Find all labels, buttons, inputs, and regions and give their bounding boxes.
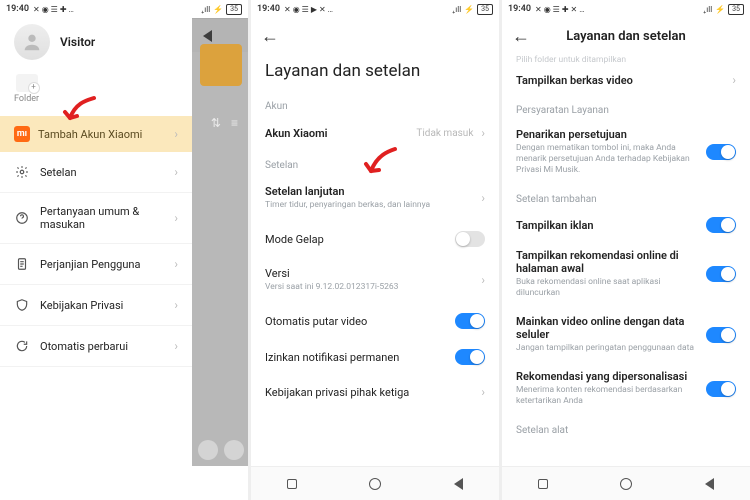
avatar	[14, 24, 50, 60]
row-advanced-settings[interactable]: Setelan lanjutan Timer tidur, penyaringa…	[251, 175, 499, 221]
chevron-right-icon: ›	[481, 385, 485, 399]
menu-faq[interactable]: Pertanyaan umum & masukan ›	[0, 193, 192, 244]
chevron-right-icon: ›	[481, 273, 485, 287]
music-backdrop: ⇅≡	[192, 18, 248, 466]
row-show-ads[interactable]: Tampilkan iklan	[502, 209, 750, 241]
chevron-right-icon: ›	[174, 127, 178, 141]
toggle-dark-mode[interactable]	[455, 231, 485, 247]
chevron-right-icon: ›	[174, 257, 178, 271]
row-xiaomi-account[interactable]: Akun Xiaomi Tidak masuk ›	[251, 116, 499, 150]
toggle-personalized[interactable]	[706, 381, 736, 397]
back-button[interactable]: ←	[261, 26, 279, 47]
row-personalized-reco[interactable]: Rekomendasi yang dipersonalisasi Menerim…	[502, 362, 750, 415]
menu-settings[interactable]: Setelan ›	[0, 152, 192, 193]
nav-home[interactable]	[369, 478, 381, 490]
row-video-cellular[interactable]: Mainkan video online dengan data seluler…	[502, 307, 750, 362]
screenshot-panel-2: 19:40 ✕ ◉ ☰ ▶ ✕ … ₊ıll⚡35 ← Layanan dan …	[251, 0, 499, 500]
help-icon	[14, 210, 30, 226]
profile-name: Visitor	[60, 35, 95, 49]
menu-privacy[interactable]: Kebijakan Privasi ›	[0, 285, 192, 326]
player-button-2[interactable]	[224, 440, 244, 460]
status-time: 19:40	[6, 4, 29, 14]
nav-recents[interactable]	[538, 479, 548, 489]
page-title: Layanan dan setelan	[566, 29, 685, 44]
nav-recents[interactable]	[287, 479, 297, 489]
refresh-icon	[14, 338, 30, 354]
toggle-ads[interactable]	[706, 217, 736, 233]
nav-back[interactable]	[454, 478, 463, 490]
row-show-video-files[interactable]: Tampilkan berkas video ›	[502, 65, 750, 95]
menu-autoupdate[interactable]: Otomatis perbarui ›	[0, 326, 192, 367]
section-akun: Akun	[251, 91, 499, 116]
chevron-right-icon: ›	[174, 339, 178, 353]
screenshot-panel-1: 19:40 ✕ ◉ ☰ ✚ … ₊ıll⚡35 ⇅≡ Visitor Folde…	[0, 0, 248, 500]
android-navbar	[502, 466, 750, 500]
header: ←	[251, 18, 499, 55]
chevron-right-icon: ›	[732, 73, 736, 87]
toggle-consent[interactable]	[706, 144, 736, 160]
toggle-notif[interactable]	[455, 349, 485, 365]
section-extra: Setelan tambahan	[502, 184, 750, 209]
add-xiaomi-account[interactable]: mı Tambah Akun Xiaomi ›	[0, 116, 192, 152]
row-permanent-notif[interactable]: Izinkan notifikasi permanen	[251, 339, 499, 375]
chevron-right-icon: ›	[174, 298, 178, 312]
row-3rdparty-privacy[interactable]: Kebijakan privasi pihak ketiga ›	[251, 375, 499, 409]
new-folder[interactable]: Folder	[14, 74, 39, 104]
nav-back[interactable]	[705, 478, 714, 490]
accent-label: Tambah Akun Xiaomi	[38, 128, 142, 141]
page-title: Layanan dan setelan	[251, 55, 499, 91]
sort-icons: ⇅≡	[211, 116, 238, 130]
toggle-reco-home[interactable]	[706, 266, 736, 282]
status-right: ₊ıll⚡35	[201, 4, 242, 15]
statusbar: 19:40 ✕ ◉ ☰ ✚ ✕ … ₊ıll⚡35	[502, 0, 750, 18]
statusbar: 19:40 ✕ ◉ ☰ ▶ ✕ … ₊ıll⚡35	[251, 0, 499, 18]
statusbar: 19:40 ✕ ◉ ☰ ✚ … ₊ıll⚡35	[0, 0, 248, 18]
android-navbar	[251, 466, 499, 500]
doc-icon	[14, 256, 30, 272]
row-dark-mode[interactable]: Mode Gelap	[251, 221, 499, 257]
chevron-right-icon: ›	[174, 165, 178, 179]
section-device: Setelan alat	[502, 415, 750, 440]
back-button[interactable]: ←	[512, 26, 530, 47]
section-setelan: Setelan	[251, 150, 499, 175]
nav-home[interactable]	[620, 478, 632, 490]
section-terms: Persyaratan Layanan	[502, 95, 750, 120]
header: ← Layanan dan setelan	[502, 18, 750, 55]
drawer-panel: Visitor Folder mı Tambah Akun Xiaomi › S…	[0, 18, 192, 466]
chevron-right-icon: ›	[481, 191, 485, 205]
folder-plus-icon	[16, 74, 38, 92]
chevron-right-icon: ›	[481, 126, 485, 140]
row-autoplay-video[interactable]: Otomatis putar video	[251, 303, 499, 339]
status-icons-left: ✕ ◉ ☰ ✚ …	[33, 5, 74, 14]
folder-row: Folder	[0, 74, 192, 116]
mi-logo-icon: mı	[14, 126, 30, 142]
toggle-video-cell[interactable]	[706, 327, 736, 343]
gear-icon	[14, 164, 30, 180]
shield-icon	[14, 297, 30, 313]
chevron-right-icon: ›	[174, 211, 178, 225]
row-version[interactable]: Versi Versi saat ini 9.12.02.012317i-526…	[251, 257, 499, 303]
profile-block[interactable]: Visitor	[0, 18, 192, 74]
row-withdraw-consent[interactable]: Penarikan persetujuan Dengan mematikan t…	[502, 120, 750, 184]
screenshot-panel-3: 19:40 ✕ ◉ ☰ ✚ ✕ … ₊ıll⚡35 ← Layanan dan …	[502, 0, 750, 500]
row-online-reco-home[interactable]: Tampilkan rekomendasi online di halaman …	[502, 241, 750, 307]
player-button-1[interactable]	[198, 440, 218, 460]
cut-row-label: Pilih folder untuk ditampilkan	[502, 55, 750, 65]
album-square	[200, 44, 242, 86]
menu-agreement[interactable]: Perjanjian Pengguna ›	[0, 244, 192, 285]
toggle-autoplay[interactable]	[455, 313, 485, 329]
